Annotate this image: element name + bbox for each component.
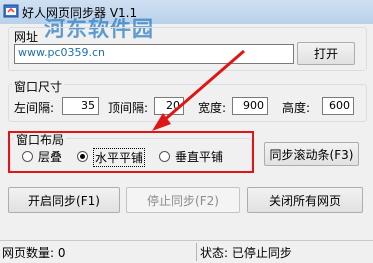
sync-scroll-button[interactable]: 同步滚动条(F3): [264, 142, 359, 166]
status-bar: 网页数量: 0 状态: 已停止同步: [0, 240, 373, 263]
top-margin-label: 顶间隔:: [108, 101, 149, 115]
open-button[interactable]: 打开: [297, 42, 355, 65]
window-size-group-label: 窗口尺寸: [12, 78, 65, 95]
app-icon: [3, 4, 19, 18]
width-label: 宽度:: [198, 101, 227, 115]
url-watermark-text: www.pc0359.cn: [18, 46, 106, 59]
url-input[interactable]: www.pc0359.cn: [14, 44, 294, 64]
top-margin-input[interactable]: 20: [154, 97, 184, 115]
width-input[interactable]: 900: [232, 97, 268, 115]
start-sync-button[interactable]: 开启同步(F1): [8, 187, 120, 213]
left-margin-label: 左间隔:: [14, 101, 55, 115]
height-label: 高度:: [282, 101, 311, 115]
close-all-button[interactable]: 关闭所有网页: [247, 187, 363, 213]
height-input[interactable]: 600: [322, 97, 354, 115]
sync-state-status: 状态: 已停止同步: [200, 246, 292, 260]
page-count-status: 网页数量: 0: [2, 246, 66, 260]
status-separator: [196, 243, 197, 261]
left-margin-input[interactable]: 35: [62, 97, 99, 115]
url-group-label: 网址: [12, 28, 41, 45]
stop-sync-button[interactable]: 停止同步(F2): [126, 187, 240, 213]
highlight-box: [8, 131, 254, 173]
